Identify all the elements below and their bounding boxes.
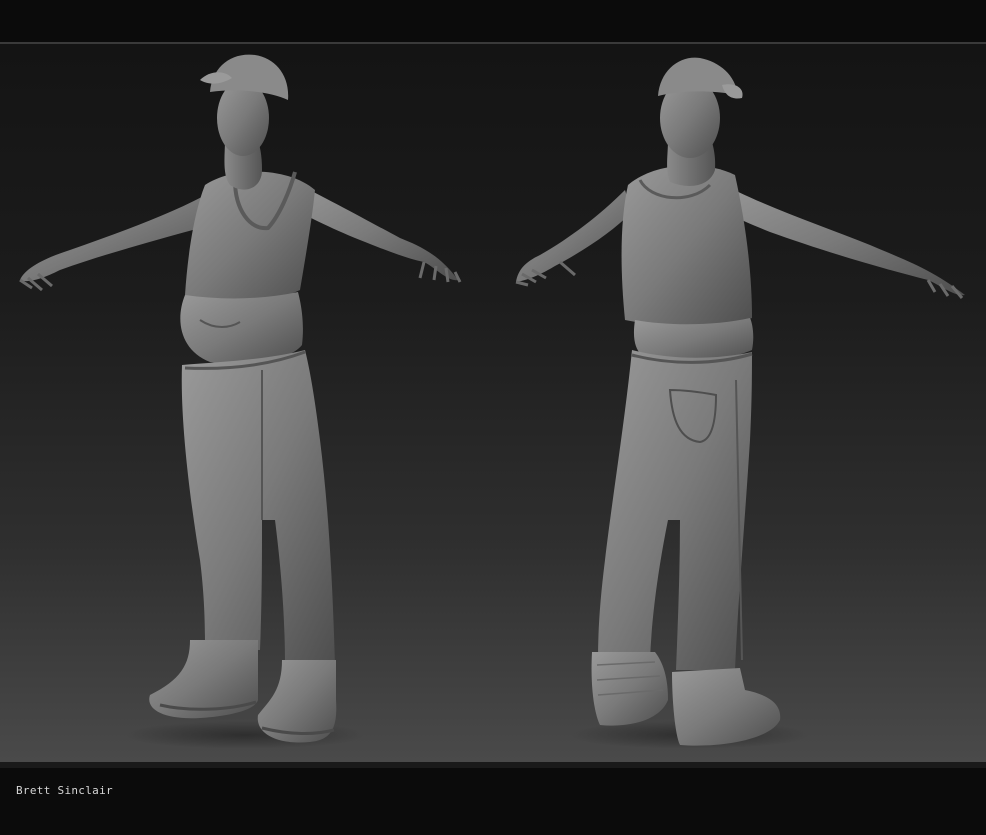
- render-viewport: [0, 44, 986, 762]
- figure-front-view: [19, 54, 462, 749]
- sculpt-render: [19, 54, 965, 749]
- top-bar: [0, 0, 986, 44]
- figure-back-view: [515, 57, 965, 749]
- footer-bar: Brett Sinclair: [0, 762, 986, 835]
- artist-credit: Brett Sinclair: [16, 784, 113, 797]
